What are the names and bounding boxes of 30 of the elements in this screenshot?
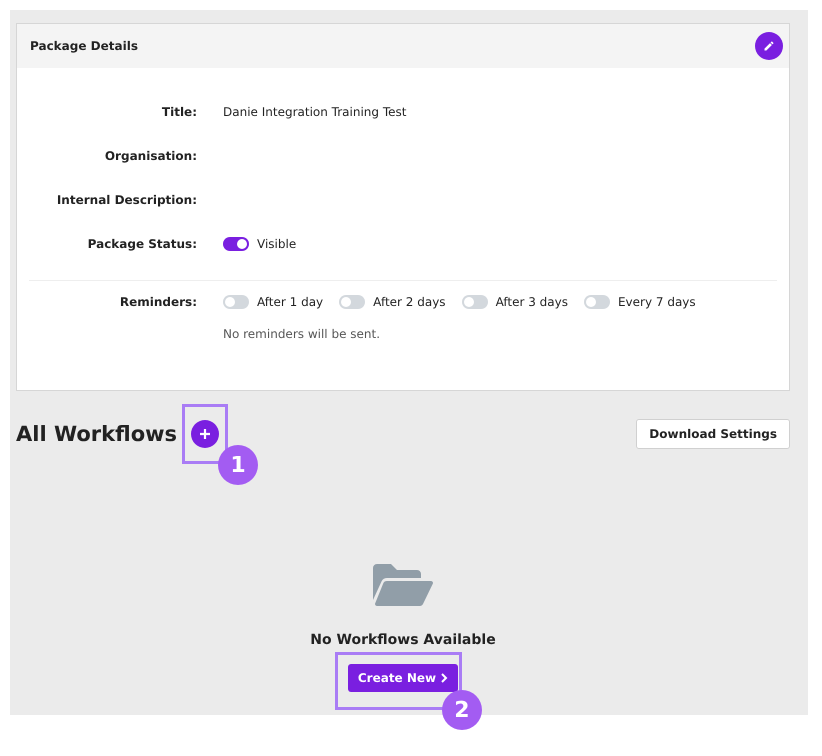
plus-icon — [199, 428, 212, 440]
field-label: Internal Description: — [56, 193, 197, 207]
reminder-label: After 2 days — [373, 295, 446, 309]
add-button[interactable] — [191, 420, 220, 448]
visibility-toggle[interactable] — [223, 237, 249, 251]
field-label: Organisation: — [104, 149, 197, 163]
reminder-label: After 3 days — [496, 295, 568, 309]
empty-state-text: No Workflows Available — [310, 632, 496, 648]
reminder-toggle[interactable] — [584, 295, 610, 309]
section-title: All Workflows — [16, 422, 178, 446]
reminder-label: Every 7 days — [618, 295, 696, 309]
reminder-toggle[interactable] — [223, 295, 249, 309]
download-settings-button[interactable]: Download Settings — [636, 419, 790, 449]
field-label: Package Status: — [86, 237, 197, 251]
reminder-note: No reminders will be sent. — [223, 327, 382, 341]
field-label: Reminders: — [118, 295, 197, 309]
reminder-toggle[interactable] — [339, 295, 366, 309]
create-new-button[interactable]: Create New — [348, 664, 458, 692]
pencil-icon — [763, 40, 775, 52]
folder-icon — [373, 564, 433, 606]
field-label: Title: — [160, 105, 197, 119]
reminder-toggle[interactable] — [462, 295, 488, 309]
step-number: 2 — [442, 690, 482, 730]
status-text: Visible — [257, 237, 296, 251]
card-title: Package Details — [30, 39, 138, 53]
field-value: Danie Integration Training Test — [223, 105, 408, 119]
chevron-icon — [440, 673, 448, 683]
reminder-label: After 1 day — [257, 295, 324, 309]
edit-button[interactable] — [755, 32, 783, 60]
step-number: 1 — [218, 445, 258, 485]
